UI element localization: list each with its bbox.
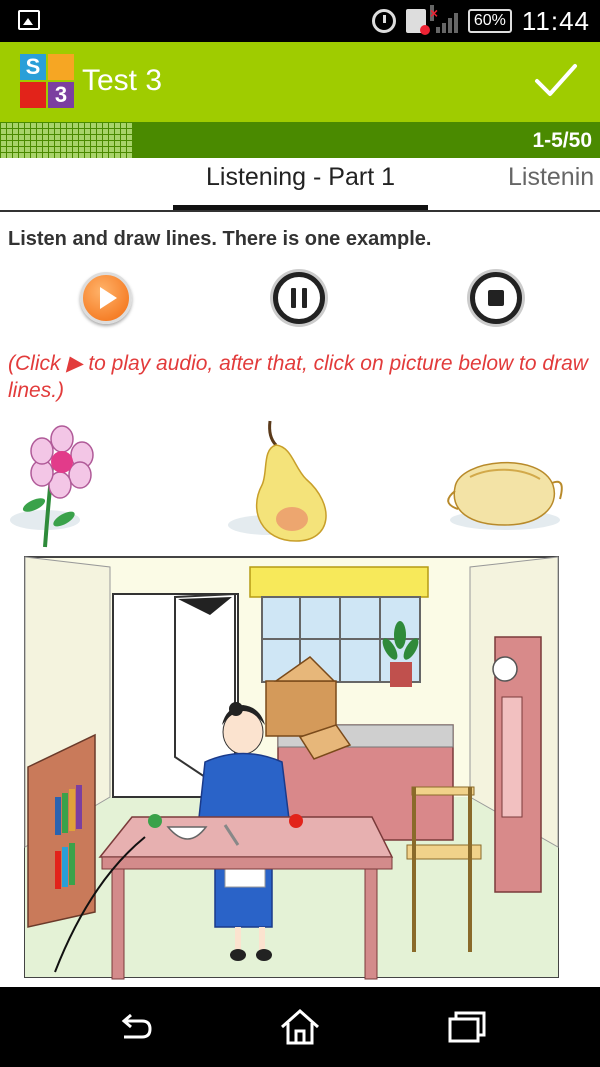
stop-audio-button[interactable] bbox=[470, 272, 522, 324]
navigation-bar bbox=[0, 987, 600, 1067]
signal-icon: × bbox=[429, 5, 458, 33]
pause-audio-button[interactable] bbox=[273, 272, 325, 324]
stop-icon bbox=[488, 290, 504, 306]
status-bar: × 60% 11:44 bbox=[0, 0, 600, 42]
tab-listening-part-1[interactable]: Listening - Part 1 bbox=[173, 163, 428, 192]
back-button[interactable] bbox=[112, 1007, 156, 1047]
app-logo: S 3 bbox=[20, 54, 74, 108]
sim-error-icon bbox=[405, 9, 430, 35]
recent-apps-button[interactable] bbox=[446, 1007, 490, 1047]
pause-icon bbox=[291, 288, 307, 308]
tab-listening-next[interactable]: Listenin bbox=[508, 163, 594, 192]
image-notification-icon bbox=[18, 10, 40, 30]
play-icon bbox=[100, 287, 117, 309]
pear-picture[interactable] bbox=[228, 420, 327, 542]
app-bar: S 3 Test 3 bbox=[0, 42, 600, 122]
play-audio-button[interactable] bbox=[80, 272, 132, 324]
battery-indicator: 60% bbox=[467, 9, 512, 33]
play-triangle-icon: ▶ bbox=[66, 352, 83, 375]
progress-grid bbox=[0, 122, 132, 158]
progress-strip: 1-5/50 bbox=[0, 122, 600, 158]
logo-letter: S bbox=[20, 54, 46, 80]
app-title: Test 3 bbox=[82, 64, 163, 97]
question-content: Listen and draw lines. There is one exam… bbox=[0, 212, 600, 987]
home-button[interactable] bbox=[278, 1007, 322, 1047]
flower-picture[interactable] bbox=[10, 425, 94, 548]
kitchen-scene[interactable] bbox=[24, 556, 559, 980]
clock: 11:44 bbox=[521, 5, 590, 36]
submit-check-button[interactable] bbox=[534, 60, 578, 100]
status-icons: × 60% 11:44 bbox=[371, 5, 590, 36]
progress-count: 1-5/50 bbox=[532, 129, 592, 152]
draw-lines-picture[interactable] bbox=[0, 407, 600, 987]
active-tab-indicator bbox=[173, 205, 428, 210]
play-instruction-note: (Click ▶ to play audio, after that, clic… bbox=[8, 352, 588, 402]
alarm-icon bbox=[371, 9, 396, 33]
logo-number: 3 bbox=[48, 82, 74, 108]
instruction-text: Listen and draw lines. There is one exam… bbox=[8, 228, 432, 250]
onion-picture[interactable] bbox=[447, 461, 563, 530]
tab-strip: Listening - Part 1 Listenin bbox=[0, 158, 600, 212]
